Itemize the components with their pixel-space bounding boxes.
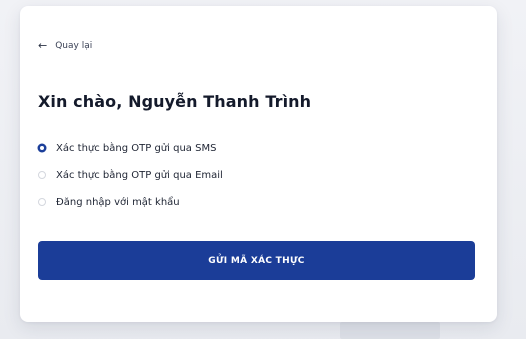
page-background: ← Quay lại Xin chào, Nguyễn Thanh Trình … <box>0 0 526 339</box>
radio-otp-sms[interactable] <box>38 144 46 152</box>
back-link[interactable]: ← Quay lại <box>38 40 92 51</box>
greeting-title: Xin chào, Nguyễn Thanh Trình <box>38 92 312 111</box>
option-otp-sms[interactable]: Xác thực bằng OTP gửi qua SMS <box>38 141 458 155</box>
radio-password[interactable] <box>38 198 46 206</box>
send-code-button[interactable]: GỬI MÃ XÁC THỰC <box>38 241 475 280</box>
option-label: Xác thực bằng OTP gửi qua SMS <box>56 142 217 154</box>
background-element <box>340 322 440 339</box>
arrow-left-icon: ← <box>38 39 48 52</box>
auth-method-options: Xác thực bằng OTP gửi qua SMS Xác thực b… <box>38 141 458 222</box>
back-label: Quay lại <box>55 40 93 51</box>
radio-otp-email[interactable] <box>38 171 46 179</box>
option-password[interactable]: Đăng nhập với mật khẩu <box>38 195 458 209</box>
option-otp-email[interactable]: Xác thực bằng OTP gửi qua Email <box>38 168 458 182</box>
option-label: Đăng nhập với mật khẩu <box>56 196 180 208</box>
option-label: Xác thực bằng OTP gửi qua Email <box>56 169 223 181</box>
